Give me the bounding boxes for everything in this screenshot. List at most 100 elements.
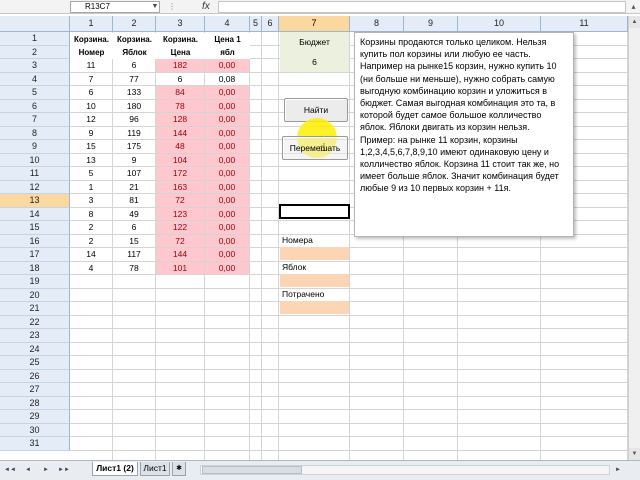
table-cell[interactable]: 0,00 [205, 194, 249, 207]
table-cell[interactable]: 72 [156, 194, 204, 207]
row-header-24[interactable]: 24 [0, 342, 70, 356]
table-cell[interactable]: 0,00 [205, 126, 249, 139]
table-cell[interactable]: 15 [70, 140, 112, 153]
table-cell[interactable]: 0,00 [205, 99, 249, 112]
table-cell[interactable]: 0,00 [205, 153, 249, 166]
table-cell[interactable]: 144 [156, 126, 204, 139]
column-header-9[interactable]: 9 [404, 16, 458, 32]
table-cell[interactable]: 123 [156, 207, 204, 220]
row-header-17[interactable]: 17 [0, 248, 70, 262]
table-cell[interactable]: 0,00 [205, 261, 249, 274]
row-header-13[interactable]: 13 [0, 194, 70, 208]
table-cell[interactable]: 7 [70, 73, 112, 86]
column-header-1[interactable]: 1 [70, 16, 113, 32]
table-cell[interactable]: 128 [156, 113, 204, 126]
table-cell[interactable]: 15 [113, 235, 155, 248]
table-cell[interactable]: 0,00 [205, 113, 249, 126]
table-cell[interactable]: 6 [113, 59, 155, 72]
spent-value-cell[interactable] [280, 301, 349, 314]
table-cell[interactable]: 133 [113, 86, 155, 99]
table-cell[interactable]: 77 [113, 73, 155, 86]
table-cell[interactable]: 163 [156, 180, 204, 193]
row-header-5[interactable]: 5 [0, 86, 70, 100]
table-cell[interactable]: 0,00 [205, 140, 249, 153]
table-cell[interactable]: 21 [113, 181, 155, 194]
table-cell[interactable]: 104 [156, 153, 204, 166]
next-sheet-icon[interactable]: ► [40, 464, 52, 476]
row-header-26[interactable]: 26 [0, 369, 70, 383]
row-header-22[interactable]: 22 [0, 315, 70, 329]
table-cell[interactable]: 96 [113, 113, 155, 126]
table-cell[interactable]: 172 [156, 167, 204, 180]
row-header-29[interactable]: 29 [0, 410, 70, 424]
new-sheet-icon[interactable]: ✱ [172, 462, 186, 476]
table-cell[interactable]: 119 [113, 127, 155, 140]
table-cell[interactable]: 78 [113, 262, 155, 275]
apples-value-cell[interactable] [280, 274, 349, 287]
worksheet-grid[interactable]: 1 2 3 4 5 6 7 8 9 10 11 1 2 3 4 5 6 7 8 9 10 11 12 13 14 15 16 17 1… [0, 16, 628, 460]
table-cell[interactable]: 0,00 [205, 221, 249, 234]
table-cell[interactable]: 101 [156, 261, 204, 274]
table-cell[interactable]: 0,00 [205, 234, 249, 247]
table-cell[interactable]: 0,00 [205, 167, 249, 180]
prev-sheet-icon[interactable]: ◄ [22, 464, 34, 476]
column-header-4[interactable]: 4 [205, 16, 250, 32]
table-cell[interactable]: 122 [156, 221, 204, 234]
row-header-20[interactable]: 20 [0, 288, 70, 302]
column-header-7[interactable]: 7 [279, 16, 350, 32]
table-cell[interactable]: 0,00 [205, 207, 249, 220]
scroll-down-icon[interactable]: ▼ [629, 448, 640, 460]
row-header-21[interactable]: 21 [0, 302, 70, 316]
row-header-3[interactable]: 3 [0, 59, 70, 73]
column-header-8[interactable]: 8 [350, 16, 404, 32]
selected-cell[interactable] [279, 204, 350, 219]
column-header-2[interactable]: 2 [113, 16, 156, 32]
last-sheet-icon[interactable]: ►► [58, 464, 70, 476]
table-cell[interactable]: 78 [156, 99, 204, 112]
column-header-10[interactable]: 10 [458, 16, 541, 32]
table-cell[interactable]: 6 [70, 86, 112, 99]
name-box-dropdown-icon[interactable]: ▼ [150, 2, 160, 12]
numbers-value-cell[interactable] [280, 247, 349, 260]
table-cell[interactable]: 2 [70, 235, 112, 248]
table-cell[interactable]: 84 [156, 86, 204, 99]
column-header-6[interactable]: 6 [262, 16, 279, 32]
table-cell[interactable]: 117 [113, 248, 155, 261]
table-cell[interactable]: 5 [70, 167, 112, 180]
shuffle-button[interactable]: Перемешать [282, 136, 348, 160]
table-cell[interactable]: 49 [113, 208, 155, 221]
table-cell[interactable]: 14 [70, 248, 112, 261]
table-cell[interactable]: 48 [156, 140, 204, 153]
vertical-scrollbar[interactable] [628, 16, 640, 460]
table-cell[interactable]: 9 [113, 154, 155, 167]
row-header-31[interactable]: 31 [0, 437, 70, 451]
row-header-14[interactable]: 14 [0, 207, 70, 221]
row-header-8[interactable]: 8 [0, 126, 70, 140]
table-cell[interactable]: 12 [70, 113, 112, 126]
column-header-3[interactable]: 3 [156, 16, 205, 32]
table-cell[interactable]: 11 [70, 59, 112, 72]
row-header-10[interactable]: 10 [0, 153, 70, 167]
row-header-19[interactable]: 19 [0, 275, 70, 289]
table-cell[interactable]: 175 [113, 140, 155, 153]
name-box[interactable]: R13C7 [70, 1, 160, 13]
scroll-right-icon[interactable]: ► [612, 464, 624, 476]
row-header-11[interactable]: 11 [0, 167, 70, 181]
scroll-up-icon[interactable]: ▲ [629, 16, 640, 28]
table-cell[interactable]: 0,08 [205, 73, 249, 86]
table-cell[interactable]: 1 [70, 181, 112, 194]
table-cell[interactable]: 13 [70, 154, 112, 167]
table-cell[interactable]: 180 [113, 100, 155, 113]
row-header-27[interactable]: 27 [0, 383, 70, 397]
first-sheet-icon[interactable]: ◄◄ [4, 464, 16, 476]
table-cell[interactable]: 8 [70, 208, 112, 221]
table-cell[interactable]: 0,00 [205, 86, 249, 99]
budget-value[interactable]: 6 [280, 56, 349, 69]
table-cell[interactable]: 81 [113, 194, 155, 207]
table-cell[interactable]: 144 [156, 248, 204, 261]
table-cell[interactable]: 6 [113, 221, 155, 234]
instructions-textbox[interactable]: Корзины продаются только целиком. Нельзя… [354, 32, 574, 237]
table-cell[interactable]: 6 [156, 73, 204, 86]
row-header-30[interactable]: 30 [0, 423, 70, 437]
sheet-tab-list1[interactable]: Лист1 [140, 462, 170, 476]
